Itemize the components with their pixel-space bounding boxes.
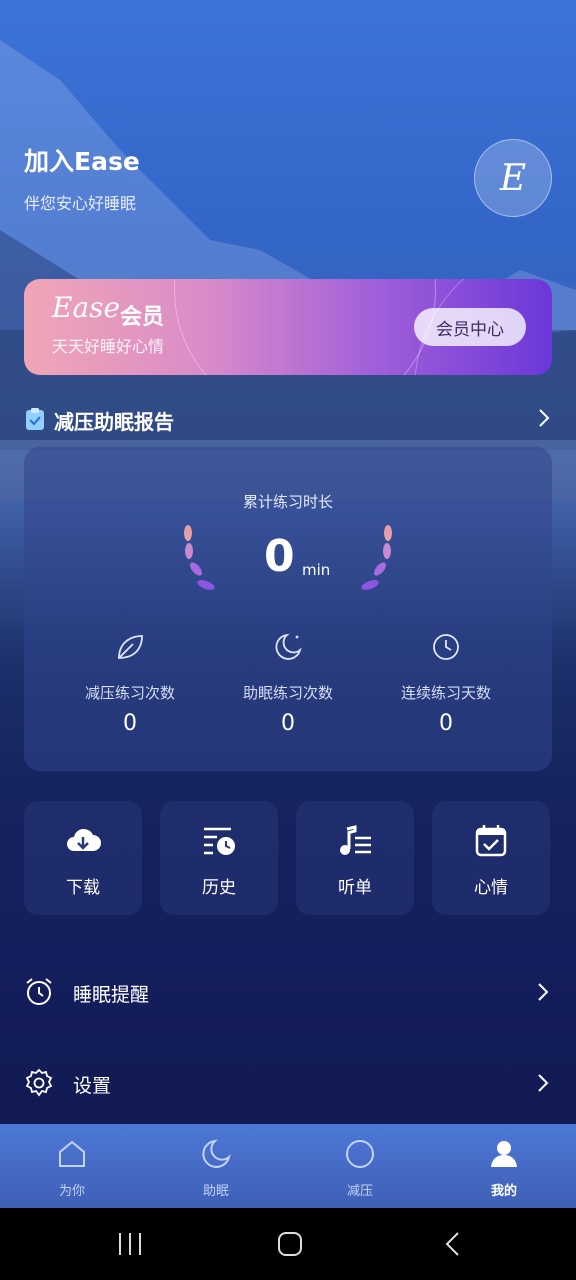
tab-label: 为你 (58, 1184, 85, 1199)
gear-icon (25, 1068, 53, 1097)
tab-for-you[interactable]: 为你 (0, 1124, 144, 1208)
history-icon (204, 827, 235, 855)
calendar-check-icon (475, 825, 507, 857)
member-label: 会员 (120, 305, 165, 330)
home-icon (59, 1140, 85, 1167)
avatar[interactable]: E (474, 139, 552, 217)
member-slogan: 天天好睡好心情 (52, 337, 165, 356)
playlist-button[interactable]: 听单 (296, 801, 414, 915)
laurel-right-icon (361, 525, 392, 590)
stats-card: 累计练习时长 0 min 减压练习次数 0 助眠练习次数 0 连续练习天数 0 (24, 447, 552, 771)
system-nav-bar (0, 1208, 576, 1280)
membership-card[interactable]: Ease 会员 天天好睡好心情 会员中心 (24, 279, 552, 375)
tab-relax[interactable]: 减压 (288, 1124, 432, 1208)
stat-relax-count: 减压练习次数 0 (42, 632, 218, 736)
chevron-right-icon (538, 983, 549, 1001)
member-center-button[interactable]: 会员中心 (414, 308, 526, 346)
stat-streak-days: 连续练习天数 0 (358, 632, 534, 736)
leaf-icon (118, 635, 143, 659)
tab-sleep[interactable]: 助眠 (144, 1124, 288, 1208)
stat-label: 助眠练习次数 (242, 684, 333, 702)
recent-apps-icon[interactable] (116, 1230, 144, 1258)
back-icon[interactable] (440, 1230, 468, 1258)
menu-label: 睡眠提醒 (73, 984, 150, 1006)
menu-settings[interactable]: 设置 (24, 1064, 552, 1104)
total-time-label: 累计练习时长 (242, 493, 333, 511)
history-label: 历史 (202, 878, 236, 898)
bottom-tab-bar: 为你 助眠 减压 我的 (0, 1124, 576, 1208)
total-time-value: 0 (264, 531, 295, 582)
tab-label: 我的 (490, 1184, 517, 1199)
cloud-download-icon (67, 828, 101, 851)
stat-label: 连续练习天数 (400, 684, 491, 702)
playlist-icon (340, 825, 371, 855)
mood-button[interactable]: 心情 (432, 801, 550, 915)
card-decoration (174, 279, 436, 375)
user-icon (491, 1141, 517, 1167)
stat-label: 减压练习次数 (84, 684, 175, 702)
tab-label: 助眠 (202, 1184, 229, 1199)
home-button-icon[interactable] (276, 1230, 304, 1258)
download-label: 下载 (66, 878, 100, 898)
playlist-label: 听单 (338, 878, 372, 898)
moon-icon (275, 633, 302, 660)
clock-icon (433, 634, 459, 660)
menu-sleep-reminder[interactable]: 睡眠提醒 (24, 973, 552, 1013)
laurel-left-icon (184, 525, 215, 590)
moon-icon (202, 1139, 231, 1168)
report-title: 减压助眠报告 (54, 410, 174, 434)
download-button[interactable]: 下载 (24, 801, 142, 915)
clipboard-icon (26, 408, 44, 430)
chevron-right-icon (539, 409, 550, 427)
stat-value: 0 (439, 711, 453, 736)
circle-icon (346, 1140, 374, 1168)
mood-label: 心情 (474, 878, 508, 898)
page-subtitle: 伴您安心好睡眠 (24, 194, 137, 213)
alarm-icon (26, 978, 52, 1005)
total-time-unit: min (302, 561, 331, 579)
history-button[interactable]: 历史 (160, 801, 278, 915)
chevron-right-icon (538, 1074, 549, 1092)
member-brand: Ease (52, 291, 121, 324)
tab-mine[interactable]: 我的 (432, 1124, 576, 1208)
stat-sleep-count: 助眠练习次数 0 (200, 632, 376, 736)
report-header[interactable]: 减压助眠报告 (24, 404, 552, 434)
page-title: 加入Ease (24, 147, 140, 176)
stat-value: 0 (123, 711, 137, 736)
tab-label: 减压 (346, 1184, 373, 1199)
menu-label: 设置 (73, 1075, 112, 1097)
stat-value: 0 (281, 711, 295, 736)
